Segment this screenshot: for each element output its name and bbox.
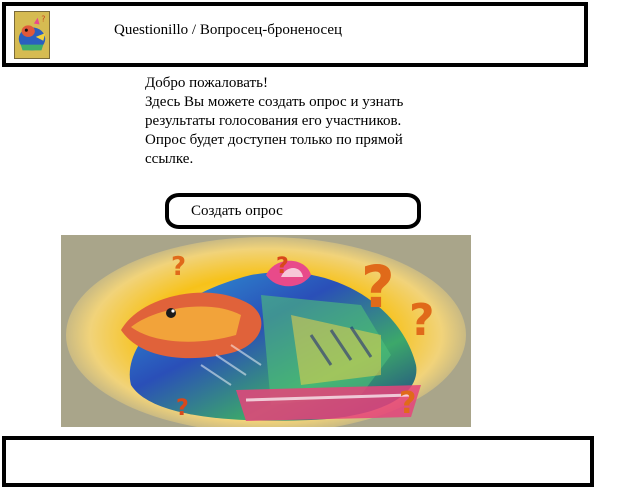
intro-line: Здесь Вы можете создать опрос и узнать [145,94,404,110]
site-title: Questionillo / Вопросец-броненосец [114,22,343,38]
svg-text:?: ? [176,396,189,421]
welcome-heading: Добро пожаловать! [145,75,268,91]
svg-text:?: ? [409,295,435,346]
footer-bar [2,436,594,487]
svg-text:?: ? [171,252,186,282]
intro-line: Опрос будет доступен только по прямой [145,132,403,148]
svg-text:?: ? [399,386,416,421]
header-bar: ? Questionillo / Вопросец-броненосец [2,2,588,67]
svg-text:?: ? [276,254,289,279]
intro-line: ссылке. [145,151,194,167]
intro-text: Добро пожаловать! Здесь Вы можете создат… [145,74,445,169]
svg-text:?: ? [361,253,395,321]
intro-line: результаты голосования его участников. [145,113,402,129]
create-poll-button[interactable]: Создать опрос [165,193,421,229]
armadillo-logo-icon[interactable]: ? [14,11,50,59]
armadillo-illustration-icon: ? ? ? ? ? ? [61,235,471,427]
svg-text:?: ? [41,15,45,24]
